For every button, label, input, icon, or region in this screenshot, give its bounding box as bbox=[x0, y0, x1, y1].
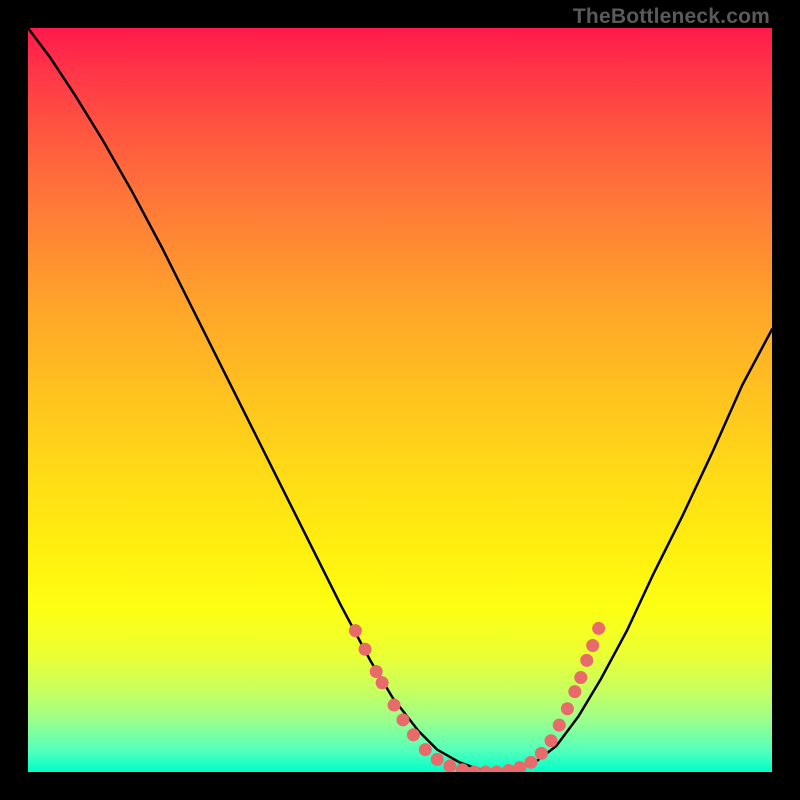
highlight-dot bbox=[490, 766, 503, 773]
highlight-dots bbox=[349, 622, 605, 772]
highlight-dot bbox=[419, 743, 432, 756]
highlight-dot bbox=[586, 639, 599, 652]
highlight-dot bbox=[407, 728, 420, 741]
highlight-dot bbox=[545, 734, 558, 747]
highlight-dot bbox=[535, 747, 548, 760]
bottleneck-curve bbox=[28, 28, 772, 772]
highlight-dot bbox=[388, 699, 401, 712]
highlight-dot bbox=[574, 671, 587, 684]
highlight-dot bbox=[513, 761, 526, 772]
highlight-dot bbox=[592, 622, 605, 635]
highlight-dot bbox=[561, 702, 574, 715]
chart-svg-layer bbox=[28, 28, 772, 772]
highlight-dot bbox=[359, 643, 372, 656]
highlight-dot bbox=[502, 764, 515, 772]
highlight-dot bbox=[479, 766, 492, 773]
highlight-dot bbox=[524, 756, 537, 769]
highlight-dot bbox=[376, 676, 389, 689]
highlight-dot bbox=[349, 624, 362, 637]
chart-plot-area bbox=[28, 28, 772, 772]
highlight-dot bbox=[370, 665, 383, 678]
highlight-dot bbox=[580, 654, 593, 667]
highlight-dot bbox=[396, 713, 409, 726]
highlight-dot bbox=[568, 685, 581, 698]
highlight-dot bbox=[431, 753, 444, 766]
highlight-dot bbox=[443, 760, 456, 772]
highlight-dot bbox=[553, 719, 566, 732]
watermark-text: TheBottleneck.com bbox=[573, 5, 770, 29]
